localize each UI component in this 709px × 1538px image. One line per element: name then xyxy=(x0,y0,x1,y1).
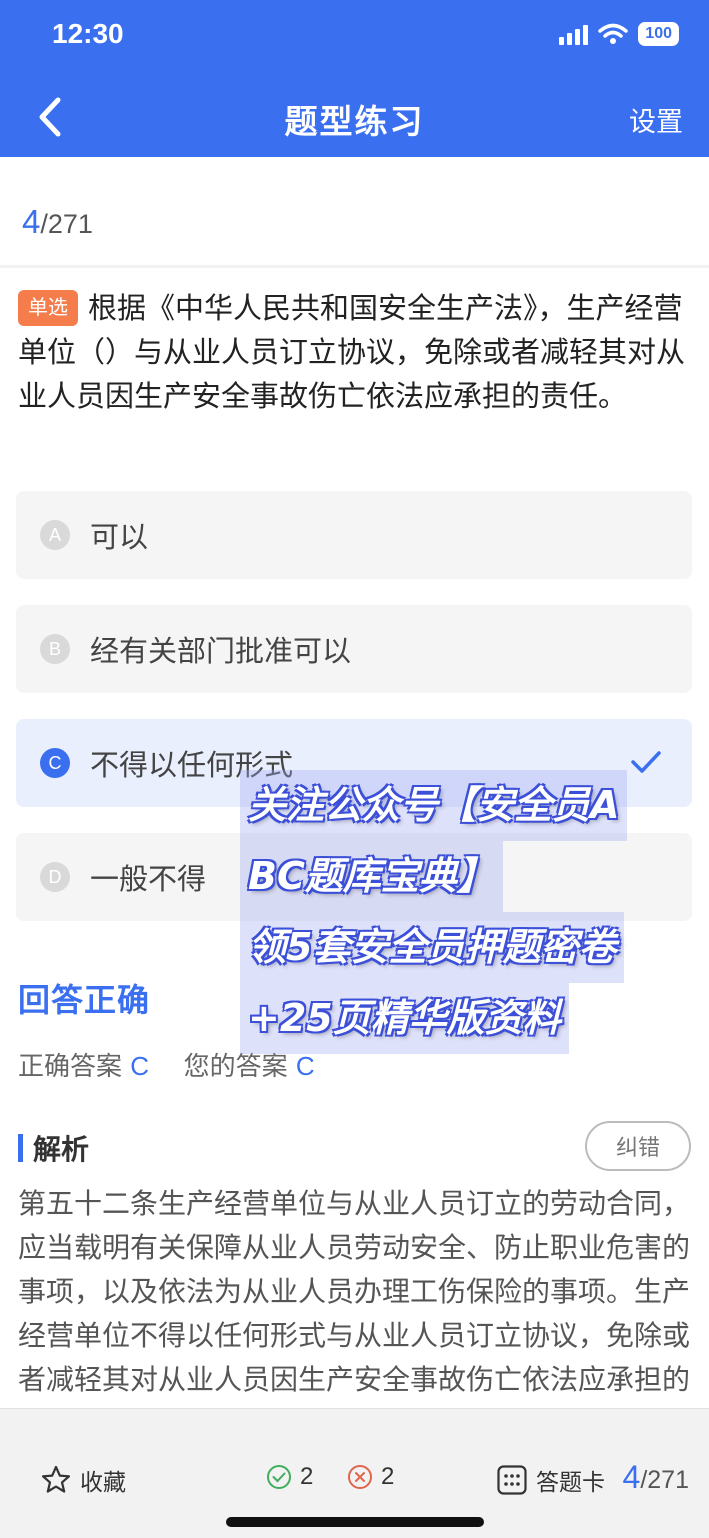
wrong-count-value: 2 xyxy=(381,1463,395,1490)
divider xyxy=(0,265,709,268)
home-indicator xyxy=(226,1517,484,1527)
bottom-progress: 4/271 xyxy=(623,1459,689,1496)
answer-status: 回答正确 xyxy=(18,981,151,1019)
promo-line: BC题库宝典】 xyxy=(240,841,503,912)
your-answer-label: 您的答案 xyxy=(183,1052,288,1082)
status-time: 12:30 xyxy=(52,18,124,49)
progress-total: /271 xyxy=(40,209,93,239)
your-answer-value: C xyxy=(295,1051,315,1081)
star-icon xyxy=(41,1465,71,1493)
promo-line: 领5套安全员押题密卷 xyxy=(240,912,625,983)
page-title: 题型练习 xyxy=(284,102,425,141)
bottom-progress-total: /271 xyxy=(640,1466,689,1494)
correct-count-value: 2 xyxy=(300,1463,314,1490)
option-text: 可以 xyxy=(90,520,149,554)
question-body: 根据《中华人民共和国安全生产法》，生产经营单位（）与从业人员订立协议，免除或者减… xyxy=(18,291,686,413)
report-error-button[interactable]: 纠错 xyxy=(585,1121,691,1171)
correct-answer-value: C xyxy=(130,1051,150,1081)
wifi-icon xyxy=(598,23,629,44)
bottom-progress-current: 4 xyxy=(622,1459,641,1495)
answer-card-button[interactable]: 答题卡 xyxy=(496,1463,605,1497)
option-letter: A xyxy=(40,520,70,550)
status-icons: 100 xyxy=(559,22,679,46)
option-a[interactable]: A 可以 xyxy=(16,491,692,579)
option-b[interactable]: B 经有关部门批准可以 xyxy=(16,605,692,693)
option-letter: B xyxy=(40,634,70,664)
favorite-label: 收藏 xyxy=(80,1470,126,1496)
answer-card-label: 答题卡 xyxy=(536,1470,605,1496)
settings-button[interactable]: 设置 xyxy=(629,100,683,139)
correct-count-icon xyxy=(267,1465,291,1489)
question-progress: 4/271 xyxy=(22,203,93,241)
promo-line: +25页精华版资料 xyxy=(240,983,569,1054)
app-header: 12:30 100 题型练习 设置 xyxy=(0,0,709,157)
option-letter: C xyxy=(40,748,70,778)
promo-line: 关注公众号【安全员A xyxy=(240,770,628,841)
answer-card-icon xyxy=(497,1465,527,1495)
progress-current: 4 xyxy=(22,203,41,240)
question-text: 单选 根据《中华人民共和国安全生产法》，生产经营单位（）与从业人员订立协议，免除或… xyxy=(18,286,688,418)
option-text: 一般不得 xyxy=(90,862,207,896)
section-marker xyxy=(18,1134,23,1162)
correct-answer-label: 正确答案 xyxy=(18,1052,123,1082)
option-text: 经有关部门批准可以 xyxy=(90,634,352,668)
analysis-text: 第五十二条生产经营单位与从业人员订立的劳动合同，应当载明有关保障从业人员劳动安全… xyxy=(18,1187,690,1408)
correct-count: 2 xyxy=(266,1463,313,1491)
analysis-header: 解析 xyxy=(18,1128,89,1168)
option-letter: D xyxy=(40,862,70,892)
question-type-tag: 单选 xyxy=(18,290,78,326)
signal-icon xyxy=(559,23,589,45)
battery-indicator: 100 xyxy=(638,22,679,46)
favorite-button[interactable]: 收藏 xyxy=(40,1463,126,1497)
wrong-count-icon xyxy=(348,1465,372,1489)
analysis-title: 解析 xyxy=(33,1133,90,1166)
wrong-count: 2 xyxy=(347,1463,394,1491)
promo-overlay: 关注公众号【安全员A BC题库宝典】 领5套安全员押题密卷 +25页精华版资料 xyxy=(240,770,670,1054)
